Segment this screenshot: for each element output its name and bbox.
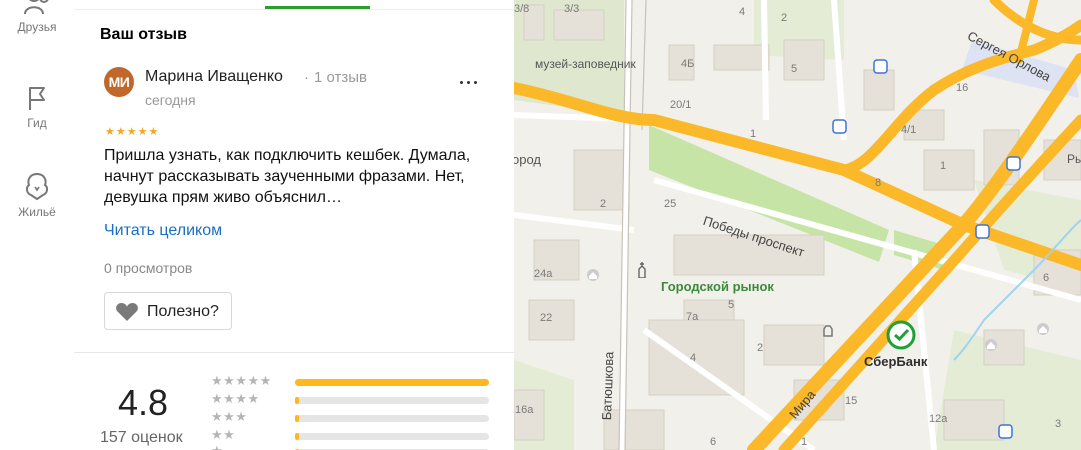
useful-button[interactable]: Полезно? [104, 292, 232, 330]
rating-bar-fill [295, 415, 299, 422]
review-date: сегодня [145, 92, 196, 108]
building-number: 1 [801, 436, 808, 448]
sidebar-item-housing[interactable]: Жильё [0, 171, 74, 219]
house-marker-icon [985, 339, 997, 351]
building-number: 4Б [681, 58, 695, 70]
avatar[interactable]: МИ [104, 67, 134, 97]
sidebar-item-label: Жильё [18, 205, 56, 219]
map-label-market[interactable]: Городской рынок [661, 279, 774, 294]
building-number: 7а [686, 311, 699, 323]
tab-divider [74, 9, 514, 10]
building-number: 5 [791, 63, 798, 75]
building-number: 25 [664, 198, 677, 210]
review-text: Пришла узнать, как подключить кешбек. Ду… [104, 147, 471, 206]
rating-bar-fill [295, 433, 299, 440]
friends-icon [24, 0, 49, 15]
building-number: 3/3 [564, 3, 580, 15]
map-label-gorod: ород [514, 152, 541, 167]
more-options-button[interactable] [456, 72, 482, 92]
review-panel: Ваш отзыв МИ Марина Иващенко · 1 отзыв се… [74, 0, 515, 450]
rating-bar [295, 433, 489, 440]
views-count: 0 просмотров [104, 260, 193, 276]
building-number: 4/1 [901, 124, 917, 136]
building-number: 5 [728, 299, 735, 311]
heart-icon [116, 303, 138, 321]
building-number: 6 [710, 436, 717, 448]
rating-value: 4.8 [118, 382, 169, 423]
building-number: 1 [750, 128, 757, 140]
building-number: 6 [1043, 272, 1050, 284]
review-stars: ★★★★★ [105, 126, 160, 138]
building-number: 8 [875, 177, 882, 189]
rating-row-stars: ★★★★ [211, 391, 260, 406]
review-count-label: 1 отзыв [314, 69, 368, 86]
house-marker-icon [587, 269, 599, 281]
sidebar-item-label: Друзья [17, 20, 57, 34]
rating-bar [295, 379, 489, 386]
rating-row-stars: ★★★★★ [211, 373, 272, 388]
building-number: 20/1 [670, 99, 692, 111]
building-number: 2 [781, 12, 788, 24]
building-number: 16а [515, 404, 534, 416]
building-number: 12а [929, 413, 948, 425]
building-number: 24а [534, 268, 553, 280]
author-review-count: · 1 отзыв [304, 69, 368, 86]
map-view[interactable]: СберБанк музей-заповедник ород Ры Городс… [514, 0, 1081, 450]
sidebar-item-guide[interactable]: Гид [0, 84, 74, 130]
sidebar-item-label: Гид [27, 116, 47, 130]
building-number: 3 [1055, 418, 1062, 430]
rating-bar [295, 397, 489, 404]
author-name[interactable]: Марина Иващенко [145, 68, 283, 86]
flag-icon [29, 87, 45, 110]
building-number: 2 [600, 198, 607, 210]
map-label-ry: Ры [1067, 152, 1081, 166]
useful-label: Полезно? [147, 303, 219, 320]
sberbank-label[interactable]: СберБанк [864, 354, 927, 369]
house-icon [25, 172, 49, 201]
building-number: 1 [940, 160, 947, 172]
building-number: 2 [757, 342, 764, 354]
building-number: 15 [845, 395, 858, 407]
rating-count: 157 оценок [100, 429, 183, 446]
landmark-icon [823, 325, 833, 337]
section-title: Ваш отзыв [100, 26, 187, 43]
building-number: 22 [540, 312, 553, 324]
map-label-museum: музей-заповедник [535, 57, 636, 71]
building-number: 4 [739, 6, 746, 18]
sidebar-item-friends[interactable]: Друзья [0, 0, 74, 34]
rating-row-stars: ★ [211, 443, 291, 450]
building-number: 4 [690, 352, 697, 364]
rating-row-stars: ★★ [211, 427, 236, 442]
sberbank-logo-icon[interactable] [886, 320, 916, 350]
church-icon [638, 262, 646, 278]
section-divider [74, 352, 514, 353]
rating-bar-fill [295, 379, 489, 386]
left-nav-rail: Друзья Гид Жильё [0, 0, 75, 450]
rating-row-stars: ★★★ [211, 409, 248, 424]
rating-bar [295, 415, 489, 422]
rating-bar-fill [295, 397, 299, 404]
read-more-link[interactable]: Читать целиком [104, 222, 222, 240]
building-number: 16 [956, 82, 969, 94]
street-label-batyushkova: Батюшкова [599, 351, 617, 421]
building-number: 3/8 [514, 3, 530, 15]
house-marker-icon [1037, 323, 1049, 335]
